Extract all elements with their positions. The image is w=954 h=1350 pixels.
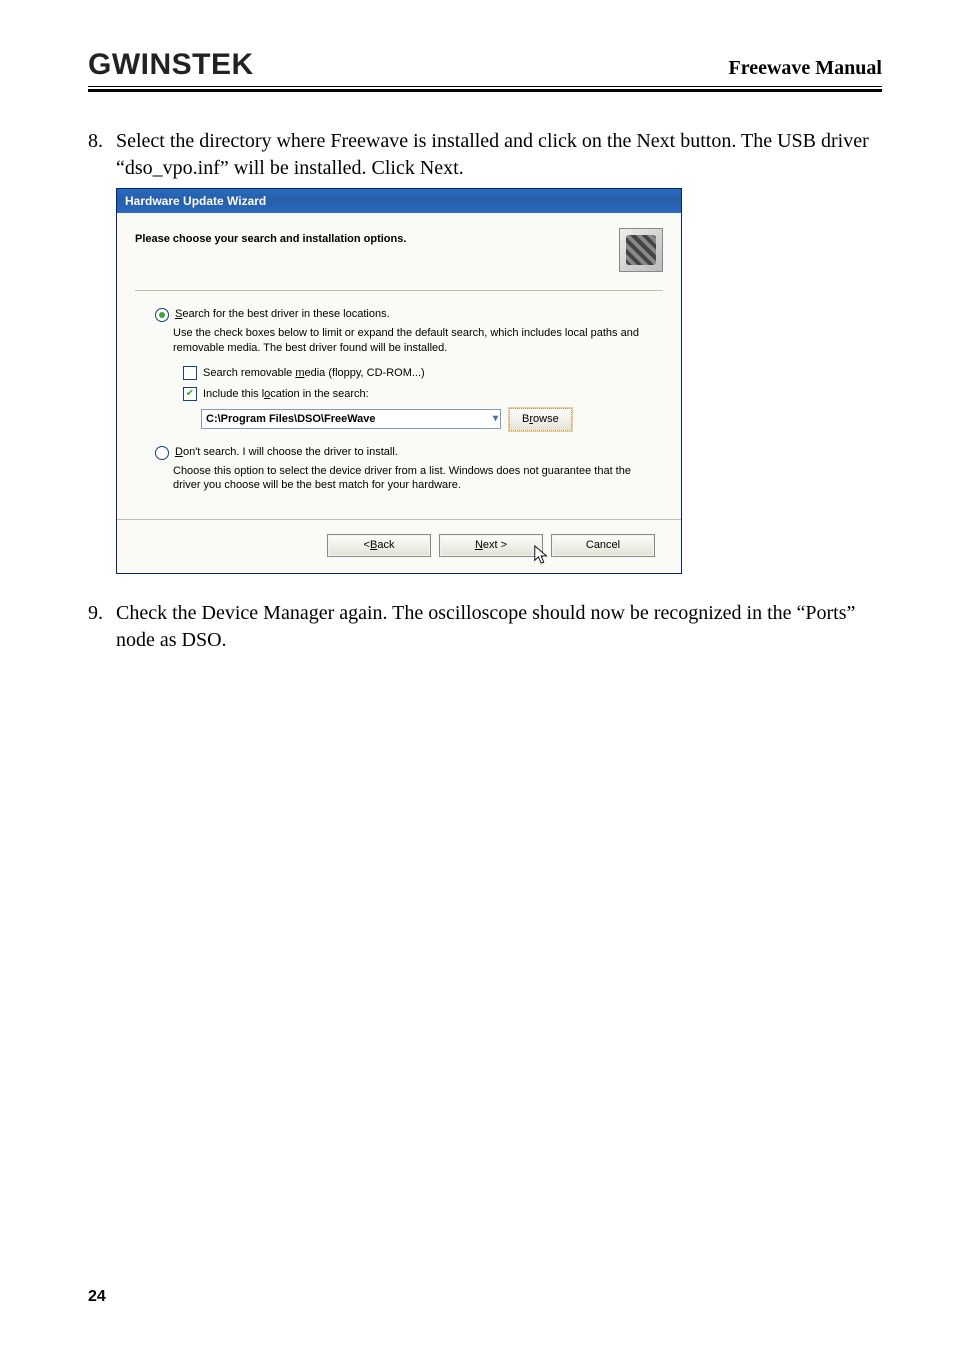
option1-help-text: Use the check boxes below to limit or ex… [173,326,653,356]
dialog-heading: Please choose your search and installati… [135,232,406,247]
step-number: 9. [88,600,116,627]
back-button[interactable]: < Back [327,534,431,557]
checkbox-label: Search removable media (floppy, CD-ROM..… [203,366,425,381]
checkbox-label: Include this location in the search: [203,387,369,402]
radio-search-best-driver[interactable]: Search for the best driver in these loca… [155,307,653,322]
hardware-update-wizard-dialog: Hardware Update Wizard Please choose you… [116,188,682,574]
step-8: 8. Select the directory where Freewave i… [88,128,882,182]
step-9: 9. Check the Device Manager again. The o… [88,600,882,654]
browse-button[interactable]: Browse [509,408,572,431]
checkbox-removable-media[interactable]: Search removable media (floppy, CD-ROM..… [183,366,653,381]
cancel-button[interactable]: Cancel [551,534,655,557]
header-rule-thick [88,89,882,92]
radio-label: Don't search. I will choose the driver t… [175,445,398,460]
dialog-titlebar: Hardware Update Wizard [117,189,681,213]
page-number: 24 [88,1288,106,1306]
radio-label: Search for the best driver in these loca… [175,307,390,322]
next-button[interactable]: Next > [439,534,543,557]
step-number: 8. [88,128,116,155]
step-text: Check the Device Manager again. The osci… [116,600,882,654]
header-rule-thin [88,86,882,87]
chevron-down-icon: ▾ [493,412,498,426]
page-header: GWINSTEK Freewave Manual [88,48,882,84]
radio-unselected-icon [155,446,169,460]
path-value: C:\Program Files\DSO\FreeWave [206,412,376,427]
option2-help-text: Choose this option to select the device … [173,464,653,494]
step-text: Select the directory where Freewave is i… [116,128,882,182]
checkbox-include-location[interactable]: ✔ Include this location in the search: [183,387,653,402]
checkbox-unchecked-icon [183,366,197,380]
brand-logo: GWINSTEK [88,48,254,82]
location-path-combobox[interactable]: C:\Program Files\DSO\FreeWave ▾ [201,409,501,429]
manual-title: Freewave Manual [729,57,883,80]
radio-dont-search[interactable]: Don't search. I will choose the driver t… [155,445,653,460]
checkbox-checked-icon: ✔ [183,387,197,401]
radio-selected-icon [155,308,169,322]
wizard-icon [619,228,663,272]
dialog-divider [117,519,681,520]
